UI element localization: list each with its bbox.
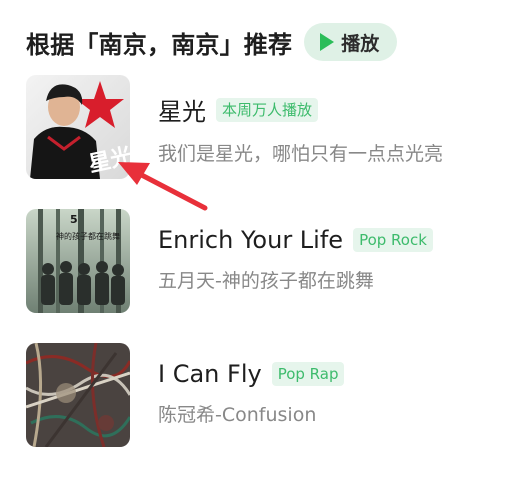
song-subtitle: 我们是星光，哪怕只有一点点光亮 (158, 143, 444, 165)
album-cover[interactable]: 5 神的孩子都在跳舞 (26, 209, 130, 313)
song-list: 星光 星光 本周万人播放 我们是星光，哪怕只有一点点光亮 5 神的孩子都在跳舞 … (26, 75, 496, 477)
album-cover[interactable] (26, 343, 130, 447)
play-all-button[interactable]: 播放 (304, 23, 398, 61)
song-title: 星光 (158, 98, 206, 126)
cover-number: 5 (70, 213, 78, 226)
song-info: I Can Fly Pop Rap 陈冠希-Confusion (158, 343, 503, 427)
song-item[interactable]: 5 神的孩子都在跳舞 Enrich Your Life Pop Rock 五月天… (26, 209, 496, 315)
album-cover-art-xingguang: 星光 (26, 75, 130, 179)
song-tag: Pop Rap (271, 362, 345, 386)
song-item[interactable]: I Can Fly Pop Rap 陈冠希-Confusion (26, 343, 496, 449)
title-row: Enrich Your Life Pop Rock (158, 226, 503, 254)
recommend-header: 根据「南京，南京」推荐 播放 (26, 20, 496, 64)
section-title: 根据「南京，南京」推荐 (26, 30, 293, 59)
album-cover-art-confusion (26, 343, 130, 447)
play-all-label: 播放 (341, 32, 380, 55)
song-subtitle: 陈冠希-Confusion (158, 404, 317, 426)
song-item[interactable]: 星光 星光 本周万人播放 我们是星光，哪怕只有一点点光亮 (26, 75, 496, 181)
song-info: Enrich Your Life Pop Rock 五月天-神的孩子都在跳舞 (158, 209, 503, 293)
song-tag: 本周万人播放 (216, 97, 319, 122)
song-title: I Can Fly (158, 360, 262, 388)
title-row: I Can Fly Pop Rap (158, 360, 503, 388)
album-cover-art-mayday: 5 神的孩子都在跳舞 (26, 209, 130, 313)
song-subtitle: 五月天-神的孩子都在跳舞 (158, 270, 374, 292)
album-cover[interactable]: 星光 (26, 75, 130, 179)
cover-text: 神的孩子都在跳舞 (56, 231, 120, 241)
song-tag: Pop Rock (353, 228, 433, 252)
song-title: Enrich Your Life (158, 226, 344, 254)
play-icon (320, 33, 335, 51)
title-row: 星光 本周万人播放 (158, 92, 503, 127)
song-info: 星光 本周万人播放 我们是星光，哪怕只有一点点光亮 (158, 75, 503, 166)
